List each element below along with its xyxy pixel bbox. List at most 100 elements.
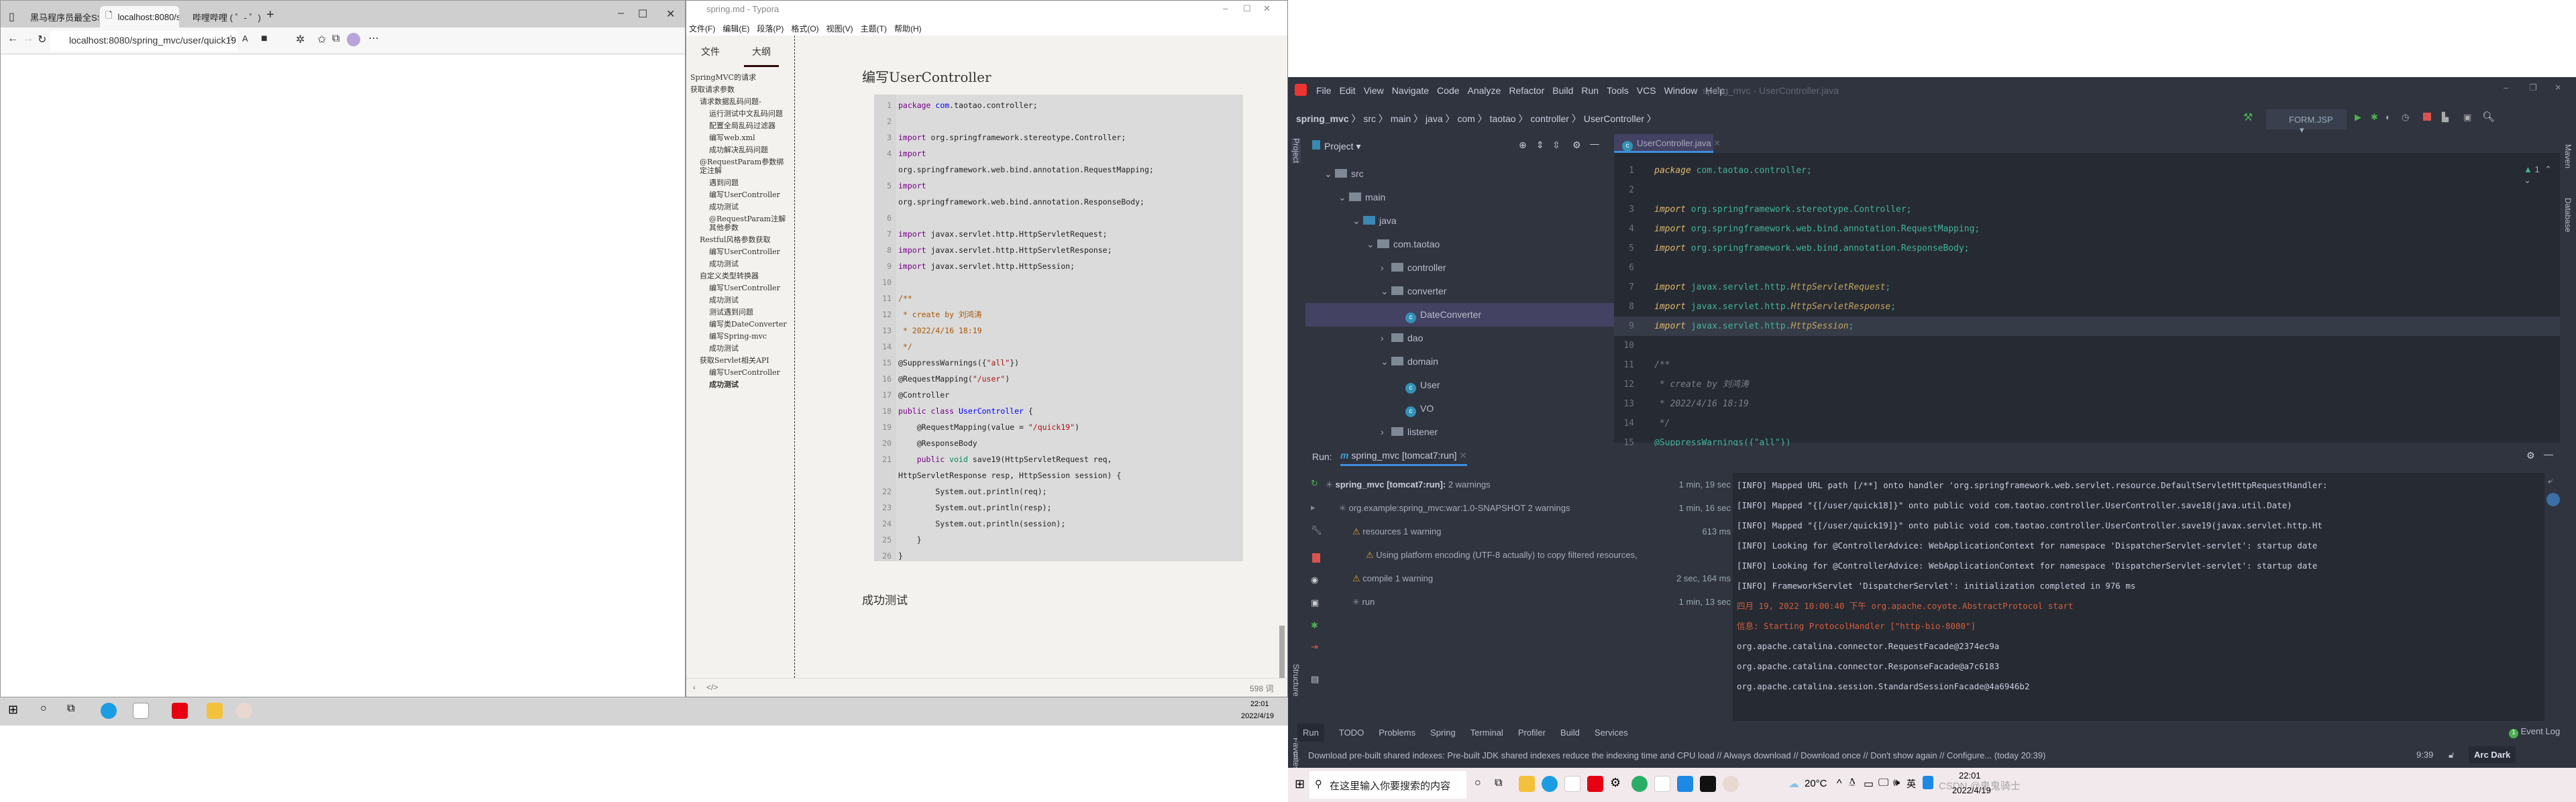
outline-item[interactable]: 编写UserController	[686, 247, 794, 256]
network-icon[interactable]: 🖵︎	[1878, 777, 1888, 789]
build-tree-item[interactable]: ⚠ resources 1 warning 613 ms	[1326, 520, 1735, 543]
tree-item[interactable]: c User	[1305, 374, 1614, 397]
restore-button[interactable]: ❐	[2529, 82, 2537, 93]
run-configuration-select[interactable]: FORM.JSP ▾	[2266, 109, 2347, 135]
read-aloud-icon[interactable]: A	[242, 34, 248, 44]
outline-item[interactable]: 配置全局乱码过滤器	[686, 121, 794, 130]
chevron-icon[interactable]: ⌄	[1366, 233, 1377, 256]
debug-icon[interactable]: ✱	[2371, 112, 2378, 123]
settings-gear-icon[interactable]: ⚙	[1572, 139, 1581, 151]
chevron-icon[interactable]: ›	[1381, 256, 1391, 280]
volume-icon[interactable]: 🕪︎	[1893, 777, 1900, 789]
menu-item[interactable]: Build	[1552, 85, 1573, 96]
weather-icon[interactable]: ☁	[1788, 777, 1799, 791]
extension-icon[interactable]: ■	[261, 33, 268, 45]
menu-item[interactable]: View	[1364, 85, 1384, 96]
scrollbar[interactable]	[1279, 626, 1285, 678]
coverage-icon[interactable]: ◐	[2385, 112, 2391, 122]
breadcrumb-item[interactable]: controller	[1530, 113, 1569, 124]
app-icon[interactable]	[1723, 776, 1739, 792]
outline-item[interactable]: 成功测试	[686, 260, 794, 268]
outline-item[interactable]: 请求数据乱码问题-	[686, 97, 794, 106]
maximize-button[interactable]: ☐	[1243, 3, 1251, 14]
tool-window-problems[interactable]: Problems	[1379, 728, 1415, 738]
editor-tab[interactable]: c UserController.java ✕	[1614, 134, 1721, 153]
toggle-sidebar-icon[interactable]: ‹	[693, 683, 696, 692]
menu-item[interactable]: Analyze	[1468, 85, 1501, 96]
tool-window-terminal[interactable]: Terminal	[1470, 728, 1503, 738]
locate-icon[interactable]: ⊕	[1519, 139, 1527, 151]
tree-item[interactable]: › controller	[1305, 256, 1614, 280]
tool-window-todo[interactable]: TODO	[1339, 728, 1364, 738]
task-view-icon[interactable]: ⧉	[1495, 777, 1502, 789]
youdao-icon[interactable]	[172, 703, 188, 719]
chevron-icon[interactable]: ⌄	[1338, 186, 1349, 209]
weather-temp[interactable]: 20°C	[1805, 778, 1827, 789]
chevron-icon[interactable]: ⌄	[1381, 280, 1391, 303]
tool-maven[interactable]: Maven	[2563, 144, 2573, 168]
breadcrumb-item[interactable]: src	[1363, 113, 1376, 124]
tree-item[interactable]: ⌄ domain	[1305, 350, 1614, 374]
layout-icon[interactable]: ▤	[1311, 674, 1319, 685]
tool-structure[interactable]: Structure	[1291, 664, 1301, 697]
tree-item[interactable]: › listener	[1305, 420, 1614, 444]
outline-item[interactable]: 自定义类型转换器	[686, 272, 794, 280]
more-icon[interactable]: ⋯	[368, 32, 379, 45]
menu-item[interactable]: Run	[1581, 85, 1599, 96]
lock-icon[interactable]: 🔓︎	[2449, 750, 2454, 760]
cortana-icon[interactable]: ○	[1474, 777, 1481, 789]
tool-project[interactable]: Project	[1291, 138, 1301, 164]
stop-icon[interactable]	[2423, 113, 2431, 121]
edge-icon[interactable]	[101, 703, 117, 719]
tree-item[interactable]: c DateConverter	[1305, 303, 1614, 327]
tree-item[interactable]: c VO	[1305, 397, 1614, 420]
typora-icon[interactable]	[133, 703, 149, 719]
outline-item[interactable]: 获取Servlet相关API	[686, 356, 794, 365]
menu-item[interactable]: 格式(O)	[791, 23, 818, 36]
tool-window-services[interactable]: Services	[1595, 728, 1628, 738]
camera-icon[interactable]: ▣	[1311, 597, 1319, 608]
chevron-icon[interactable]: ›	[1381, 327, 1391, 350]
outline-item[interactable]: 编写UserController	[686, 190, 794, 199]
build-tree-item[interactable]: ⚠ compile 1 warning 2 sec, 164 ms	[1326, 567, 1735, 590]
app-tray-icon[interactable]	[1923, 776, 1933, 789]
eye-icon[interactable]: ◉	[1311, 575, 1318, 585]
outline-item[interactable]: 遇到问题	[686, 178, 794, 187]
chevron-icon[interactable]: ⌄	[1324, 162, 1335, 186]
chevron-icon[interactable]: ⌄	[1352, 209, 1363, 233]
tree-item[interactable]: ⌄ com.taotao	[1305, 233, 1614, 256]
menu-item[interactable]: Window	[1664, 85, 1698, 96]
battery-icon[interactable]: ▭	[1864, 777, 1874, 791]
rerun-icon[interactable]: ↻	[1311, 478, 1318, 489]
qq-icon[interactable]: 🐧︎	[1849, 777, 1856, 791]
menu-item[interactable]: Refactor	[1509, 85, 1544, 96]
show-hidden-icons[interactable]: ^	[1837, 778, 1842, 790]
build-hammer-icon[interactable]: ⚒	[2243, 111, 2253, 124]
outline-item[interactable]: @RequestParam参数绑定注解	[686, 158, 794, 175]
menu-item[interactable]: 视图(V)	[826, 23, 853, 36]
menu-item[interactable]: Navigate	[1392, 85, 1429, 96]
outline-item[interactable]: 成功测试	[686, 296, 794, 304]
url-input[interactable]: localhost:8080/spring_mvc/user/quick19	[50, 31, 238, 51]
outline-item[interactable]: 运行测试中文乱码问题	[686, 109, 794, 118]
settings-gear-icon[interactable]: ⚙	[2526, 450, 2535, 461]
menu-item[interactable]: Edit	[1340, 85, 1356, 96]
browser-tab[interactable]: 哔哩哔哩 ( ゜- ゜)つロ 干杯~-bili	[182, 6, 261, 27]
outline-item[interactable]: 编写UserController	[686, 368, 794, 377]
cursor-position[interactable]: 9:39	[2416, 750, 2433, 760]
menu-item[interactable]: Code	[1437, 85, 1459, 96]
stop-icon[interactable]	[1312, 553, 1320, 563]
breadcrumb-item[interactable]: java	[1426, 113, 1443, 124]
menu-item[interactable]: 文件(F)	[689, 23, 715, 36]
collapse-all-icon[interactable]: ⇳	[1552, 139, 1560, 151]
menu-item[interactable]: 主题(T)	[861, 23, 887, 36]
breadcrumb-item[interactable]: spring_mvc	[1296, 113, 1349, 124]
clock-time[interactable]: 22:01	[1250, 700, 1269, 708]
outline-item[interactable]: Restful风格参数获取	[686, 235, 794, 244]
clock-date[interactable]: 2022/4/19	[1241, 712, 1274, 720]
collections-icon[interactable]: ⧉	[332, 33, 339, 45]
windows-start-icon[interactable]: ⊞	[1295, 777, 1305, 791]
close-button[interactable]: ✕	[666, 7, 675, 21]
tab-outline[interactable]: 大纲	[744, 45, 779, 67]
status-message[interactable]: Download pre-built shared indexes: Pre-b…	[1308, 750, 2045, 760]
